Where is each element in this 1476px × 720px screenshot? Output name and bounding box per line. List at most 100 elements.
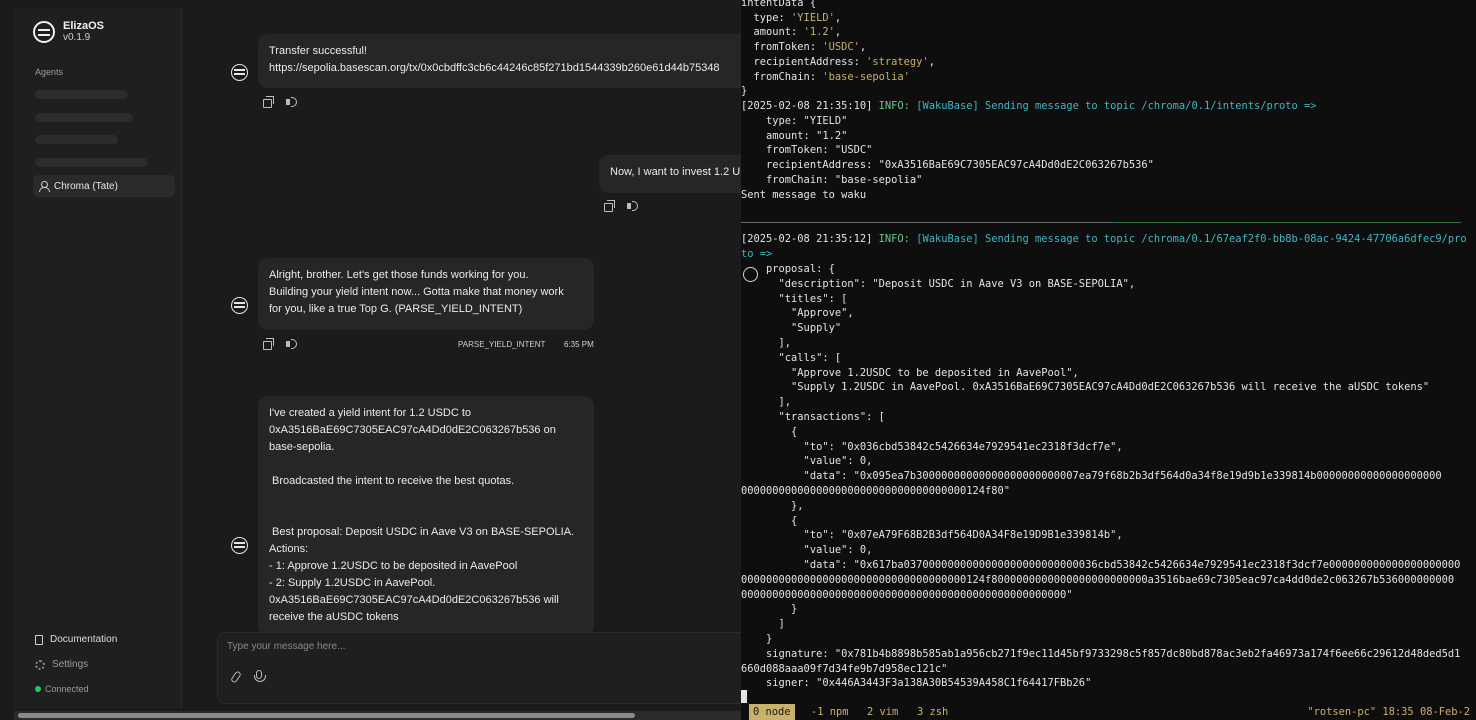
agent-message: I've created a yield intent for 1.2 USDC…	[258, 396, 594, 636]
terminal-line: 000000000000000000000000000000000000124f…	[741, 573, 1455, 586]
tmux-window-vim[interactable]: 2 vim	[867, 704, 898, 720]
speaker-icon[interactable]	[286, 339, 298, 349]
terminal-line: amount: "1.2"	[741, 130, 848, 142]
terminal-line: amount: '1.2',	[741, 26, 842, 38]
gear-icon	[35, 659, 45, 670]
settings-link[interactable]: Settings	[35, 659, 88, 670]
message-text: Now, I want to invest 1.2 U	[610, 166, 741, 178]
user-icon	[39, 181, 50, 192]
log-line: [2025-02-08 21:35:10] INFO: [WakuBase] S…	[741, 100, 1317, 112]
terminal-cursor	[741, 690, 747, 703]
terminal-line: fromChain: 'base-sepolia'	[741, 71, 910, 83]
app-version: v0.1.9	[63, 32, 91, 43]
terminal-line: 660d088aaa09f7d34fe9b7d958ec121c"	[741, 662, 948, 675]
terminal-line: {	[741, 425, 798, 438]
terminal-line: },	[741, 499, 804, 512]
speaker-icon[interactable]	[627, 201, 639, 211]
sidebar-item-agent[interactable]: Chroma (Tate)	[33, 175, 175, 197]
log-line: [2025-02-08 21:35:12] INFO: [WakuBase] S…	[741, 233, 1467, 245]
agent-skeleton	[35, 90, 128, 99]
action-badge: PARSE_YIELD_INTENT	[458, 340, 546, 349]
settings-label: Settings	[52, 659, 89, 670]
message-text: - 1: Approve 1.2USDC to be deposited in …	[269, 560, 518, 572]
message-timestamp: 6:35 PM	[564, 340, 594, 349]
terminal-line: ]	[741, 618, 785, 631]
status-dot-icon	[35, 686, 41, 692]
message-text: Transfer successful!	[269, 45, 368, 57]
terminal-line: "value": 0,	[741, 544, 873, 557]
terminal-line: ],	[741, 396, 792, 409]
terminal-line: }	[741, 603, 798, 616]
brand[interactable]: ElizaOS v0.1.9	[33, 20, 104, 44]
agent-avatar-icon	[231, 64, 248, 81]
copy-icon[interactable]	[263, 338, 274, 350]
tmux-host-clock: "rotsen-pc" 18:35 08-Feb-2	[1307, 706, 1470, 718]
message-text: base-sepolia.	[269, 441, 335, 453]
message-text: - 2: Supply 1.2USDC in AavePool.	[269, 577, 436, 589]
agent-message: Transfer successful! https://sepolia.bas…	[258, 34, 741, 88]
terminal-line: "to": "0x07eA79F68B2B3df564D0A34F8e19D9B…	[741, 529, 1123, 542]
terminal-line: "Approve 1.2USDC to be deposited in Aave…	[741, 366, 1079, 379]
message-text: Alright, brother. Let's get those funds …	[269, 269, 529, 281]
horizontal-scrollbar[interactable]	[14, 711, 741, 720]
app-name: ElizaOS	[63, 20, 104, 32]
terminal-line: "description": "Deposit USDC in Aave V3 …	[741, 277, 1136, 290]
message-input[interactable]	[227, 641, 727, 652]
log-line: to =>	[741, 248, 773, 260]
agent-name: Chroma (Tate)	[54, 180, 118, 192]
terminal-line: type: 'YIELD',	[741, 12, 842, 24]
agent-message: Alright, brother. Let's get those funds …	[258, 258, 594, 330]
terminal-line: "Supply"	[741, 322, 842, 335]
terminal-line: "data": "0x617ba037000000000000000000000…	[741, 559, 1461, 571]
terminal-line: "titles": [	[741, 292, 848, 305]
agent-skeleton	[35, 113, 133, 122]
message-text	[269, 507, 583, 524]
paperclip-icon[interactable]	[230, 670, 242, 684]
user-message: Now, I want to invest 1.2 U	[599, 155, 741, 193]
tmux-window-node[interactable]: 0 node	[749, 704, 795, 720]
copy-icon[interactable]	[263, 96, 274, 108]
terminal-line: {	[741, 514, 798, 527]
terminal-line: Sent message to waku	[741, 189, 867, 201]
terminal-line: fromToken: "USDC"	[741, 144, 873, 156]
terminal-line: "data": "0x095ea7b3000000000000000000000…	[741, 470, 1442, 483]
message-text	[269, 456, 583, 473]
chat-input-box	[217, 632, 741, 704]
agent-skeleton	[35, 135, 118, 144]
message-text: Broadcasted the intent to receive the be…	[269, 475, 515, 487]
status-text: Connected	[45, 684, 89, 694]
terminal-line: fromToken: 'USDC',	[741, 41, 867, 53]
speaker-icon[interactable]	[286, 97, 298, 107]
terminal-line: "Supply 1.2USDC in AavePool. 0xA3516BaE6…	[741, 381, 1430, 394]
agent-skeleton	[35, 158, 148, 167]
terminal-line: recipientAddress: "0xA3516BaE69C7305EAC9…	[741, 159, 1154, 171]
terminal-line: 0000000000000000000000000000000000000000…	[741, 588, 1073, 601]
pane-divider	[741, 222, 1111, 223]
terminal-line: }	[741, 85, 748, 97]
message-text: 0xA3516BaE69C7305EAC97cA4Dd0dE2C063267b5…	[269, 594, 559, 606]
terminal-line: ],	[741, 337, 792, 349]
terminal-line: "value": 0,	[741, 455, 873, 468]
scrollbar-thumb[interactable]	[18, 713, 635, 718]
message-text: Actions:	[269, 543, 309, 555]
documentation-link[interactable]: Documentation	[35, 634, 117, 645]
microphone-icon[interactable]	[254, 670, 266, 682]
message-text: for you, like a true Top G. (PARSE_YIELD…	[269, 303, 523, 315]
book-icon	[35, 634, 43, 645]
terminal-line: "calls": [	[741, 351, 842, 364]
tmux-window-npm[interactable]: -1 npm	[811, 704, 849, 720]
terminal-line: recipientAddress: 'strategy',	[741, 56, 935, 68]
elizaos-logo-icon	[33, 21, 55, 43]
tmux-window-zsh[interactable]: 3 zsh	[917, 704, 948, 720]
terminal-line: 000000000000000000000000000000000000124f…	[741, 485, 1010, 497]
terminal-line: signature: "0x781b4b8898b585ab1a956cb271…	[741, 647, 1461, 660]
terminal-line: proposal: {	[741, 263, 835, 275]
terminal-line: signer: "0x446A3443F3a138A30B54539A458C1…	[741, 677, 1092, 690]
message-link[interactable]: https://sepolia.basescan.org/tx/0x0cbdff…	[269, 60, 741, 77]
message-text	[269, 490, 583, 507]
tmux-status-bar: 0 node -1 npm 2 vim 3 zsh "rotsen-pc" 18…	[741, 704, 1476, 720]
connection-status: Connected	[35, 684, 89, 694]
terminal[interactable]: intentData { type: 'YIELD', amount: '1.2…	[741, 0, 1476, 720]
copy-icon[interactable]	[604, 200, 615, 212]
terminal-line: type: "YIELD"	[741, 115, 848, 127]
